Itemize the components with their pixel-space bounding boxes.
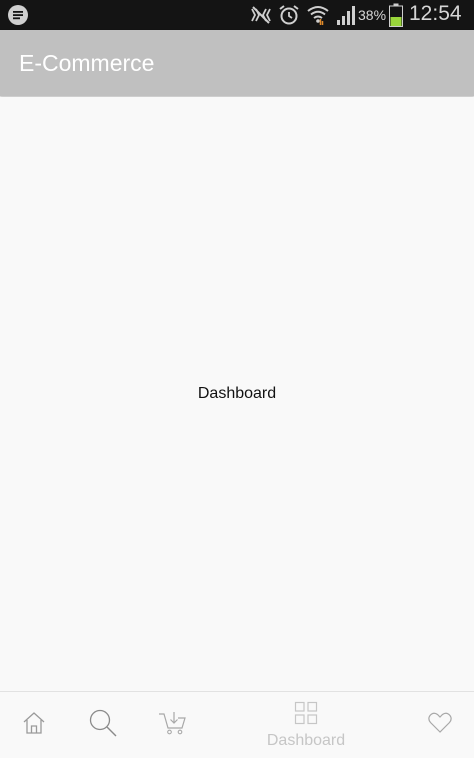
main-content: Dashboard — [0, 97, 474, 691]
nav-item-favorites[interactable] — [416, 692, 464, 758]
search-icon — [88, 708, 118, 743]
battery-icon — [389, 3, 403, 32]
battery-percentage: 38% — [358, 7, 387, 23]
nav-item-dashboard[interactable]: Dashboard — [250, 692, 362, 758]
wifi-icon — [306, 4, 330, 31]
status-bar: 38% 12:54 — [0, 0, 474, 30]
cart-icon — [157, 710, 187, 741]
app-title: E-Commerce — [19, 50, 155, 76]
dashboard-grid-icon — [294, 701, 318, 730]
home-icon — [21, 710, 47, 741]
alarm-icon — [278, 4, 300, 31]
mute-icon — [249, 4, 273, 31]
nav-item-cart[interactable] — [148, 692, 196, 758]
bottom-navigation: Dashboard — [0, 691, 474, 758]
dashboard-label: Dashboard — [197, 385, 277, 402]
app-screen: 38% 12:54 E-Commerce Dashboard Dashboard — [0, 0, 474, 758]
nav-item-search[interactable] — [79, 692, 127, 758]
clock-time: 12:54 — [409, 2, 462, 25]
nav-label-dashboard: Dashboard — [266, 732, 346, 749]
heart-icon — [427, 711, 453, 740]
message-bubble-icon — [7, 4, 29, 26]
signal-icon — [335, 4, 357, 31]
app-bar: E-Commerce — [0, 30, 474, 96]
nav-item-home[interactable] — [10, 692, 58, 758]
